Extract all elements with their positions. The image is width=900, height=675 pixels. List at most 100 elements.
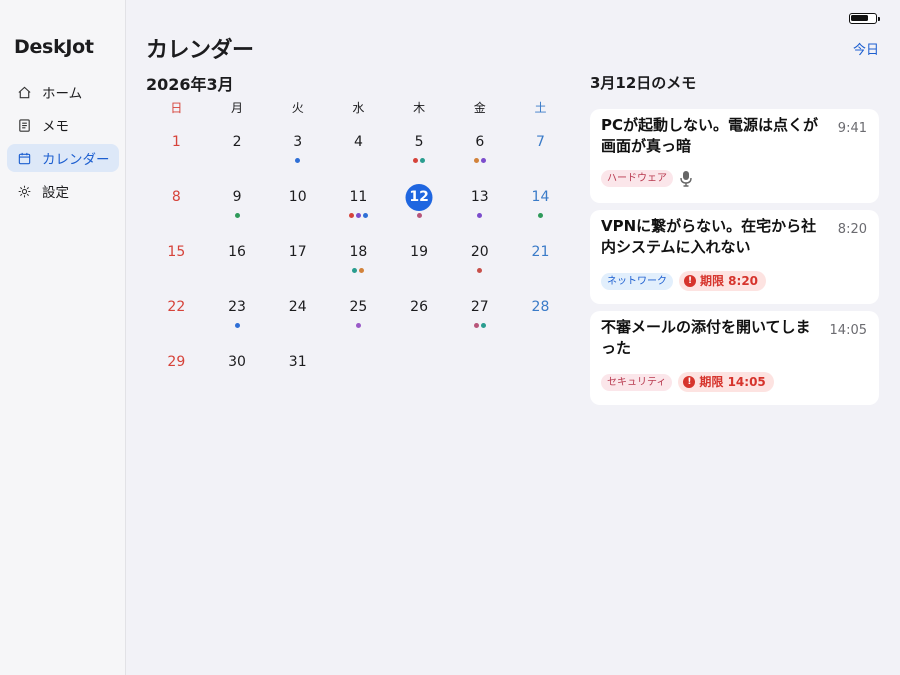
memo-dot [473,323,479,328]
calendar-day-16[interactable]: 16 [207,230,268,285]
calendar-week-row: 29 30 31 [146,340,571,395]
calendar-day-23[interactable]: 23 [207,285,268,340]
day-number: 1 [171,134,181,150]
calendar-day-15[interactable]: 15 [146,230,207,285]
day-number: 3 [293,134,303,150]
memo-dot [355,213,361,218]
calendar-day-31[interactable]: 31 [267,340,328,395]
calendar-day-13[interactable]: 13 [449,175,510,230]
category-tag[interactable]: セキュリティ [601,373,673,391]
memo-dots [389,158,450,164]
memo-dot [537,213,543,218]
calendar-day-30[interactable]: 30 [207,340,268,395]
calendar-day-11[interactable]: 11 [328,175,389,230]
day-number: 29 [167,354,186,370]
day-number: 16 [228,244,246,260]
calendar-day-25[interactable]: 25 [328,285,389,340]
calendar-day-29[interactable]: 29 [146,340,207,395]
calendar-day-3[interactable]: 3 [267,120,328,175]
memo-tags: セキュリティ! 期限 14:05 [601,372,774,392]
calendar-day-28[interactable]: 28 [510,285,571,340]
memo-time: 14:05 [829,323,867,338]
calendar-day-2[interactable]: 2 [207,120,268,175]
day-number: 4 [353,134,363,150]
day-number: 28 [531,299,550,315]
calendar-day-26[interactable]: 26 [389,285,450,340]
memo-dots [328,268,389,274]
day-number: 20 [470,244,489,260]
calendar-week-row: 15 16 17 18 19 20 21 [146,230,571,285]
memo-dots [328,323,389,329]
memo-dot [234,213,240,218]
memo-card[interactable]: PCが起動しない。電源は点くが画面が真っ暗 9:41 ハードウェア [590,109,879,203]
sidebar-item-label: 設定 [42,185,69,201]
sidebar-item-label: メモ [42,119,69,135]
day-number: 27 [470,299,489,315]
calendar-day-12[interactable]: 12 [389,175,450,230]
calendar-day-18[interactable]: 18 [328,230,389,285]
memo-dot [473,158,479,163]
memo-dots [146,323,207,329]
calendar-week-row: 22 23 24 25 26 27 28 [146,285,571,340]
day-number: 12 [405,184,433,211]
today-button[interactable]: 今日 [853,39,879,58]
calendar-day-1[interactable]: 1 [146,120,207,175]
memo-dots [389,268,450,274]
memo-text: PCが起動しない。電源は点くが画面が真っ暗 [601,116,819,155]
memo-dots [510,268,571,274]
calendar-day-14[interactable]: 14 [510,175,571,230]
calendar-day-4[interactable]: 4 [328,120,389,175]
sidebar-item-calendar[interactable]: カレンダー [7,144,119,172]
sidebar-item-label: ホーム [42,86,83,102]
day-number: 13 [470,189,489,205]
calendar-day-24[interactable]: 24 [267,285,328,340]
day-number: 22 [167,299,186,315]
memo-dot [480,323,486,328]
calendar-icon [16,150,32,166]
memo-dots [510,158,571,164]
calendar-day-6[interactable]: 6 [449,120,510,175]
memo-dots [146,158,207,164]
gear-icon [16,183,32,199]
memo-dots [207,158,268,164]
sidebar-item-home[interactable]: ホーム [7,78,119,106]
memo-dots [267,158,328,164]
day-number: 11 [349,189,368,205]
memo-dot [348,213,354,218]
calendar-day-17[interactable]: 17 [267,230,328,285]
main-area: カレンダー 今日 2026年3月 日 月 火 水 木 金 土 123456789… [127,0,900,675]
day-number: 6 [475,134,485,150]
calendar-day-22[interactable]: 22 [146,285,207,340]
memo-card[interactable]: VPNに繋がらない。在宅から社内システムに入れない 8:20 ネットワーク! 期限… [590,210,879,304]
category-tag[interactable]: ハードウェア [601,170,673,187]
memo-card[interactable]: 不審メールの添付を開いてしまった 14:05 セキュリティ! 期限 14:05 [590,311,879,405]
memo-dots [267,268,328,274]
day-number: 25 [349,299,368,315]
calendar-day-8[interactable]: 8 [146,175,207,230]
category-tag[interactable]: ネットワーク [601,272,673,290]
memo-dot [355,323,361,328]
memo-dots [449,158,510,164]
memo-dots [267,323,328,329]
calendar-day-5[interactable]: 5 [389,120,450,175]
battery-icon [849,13,880,24]
memo-tags: ネットワーク! 期限 8:20 [601,271,767,291]
memo-dot [352,268,358,273]
memo-dots [510,213,571,219]
weekday-label: 金 [473,101,486,115]
day-number: 19 [410,244,428,260]
calendar-day-10[interactable]: 10 [267,175,328,230]
memo-dots [449,213,510,219]
calendar-day-9[interactable]: 9 [207,175,268,230]
memo-dot [420,158,426,163]
memo-time: 8:20 [837,222,867,237]
calendar-day-19[interactable]: 19 [389,230,450,285]
calendar-day-20[interactable]: 20 [449,230,510,285]
calendar-day-27[interactable]: 27 [449,285,510,340]
day-number: 17 [288,244,307,260]
sidebar-item-memo[interactable]: メモ [7,111,119,139]
calendar-day-7[interactable]: 7 [510,120,571,175]
calendar-day-21[interactable]: 21 [510,230,571,285]
memo-dots [328,158,389,164]
sidebar-item-settings[interactable]: 設定 [7,177,119,205]
